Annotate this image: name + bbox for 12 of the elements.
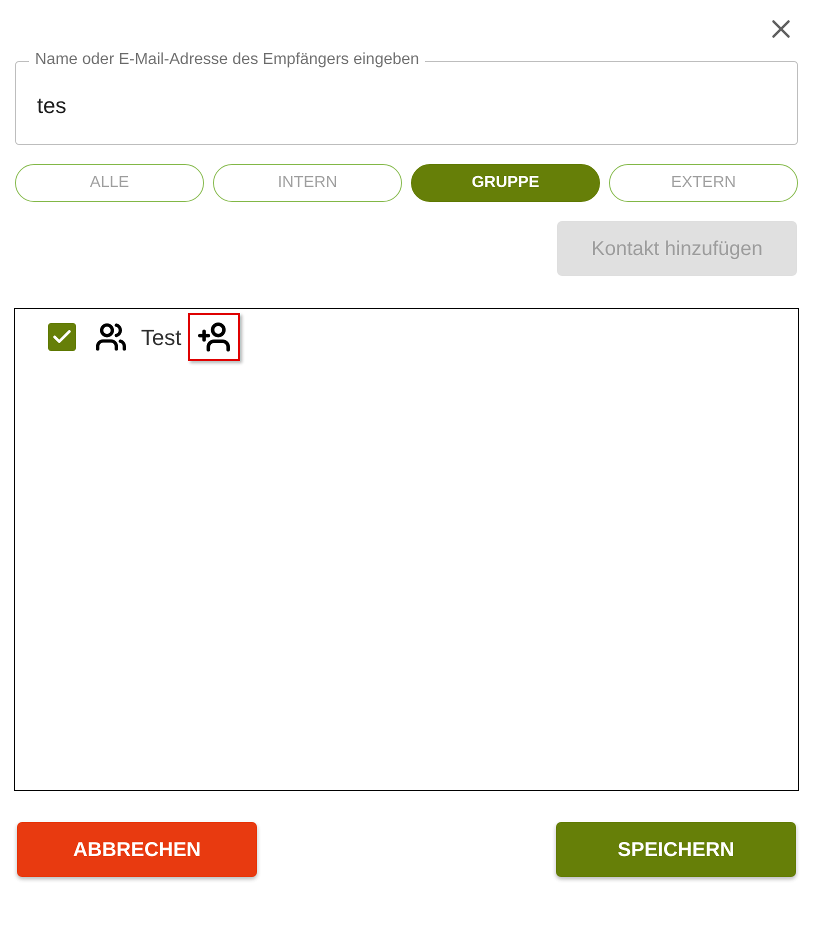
save-button[interactable]: SPEICHERN: [556, 822, 796, 877]
result-label: Test: [141, 324, 182, 352]
cancel-button[interactable]: ABBRECHEN: [17, 822, 257, 877]
add-person-icon: [197, 320, 232, 354]
add-person-button[interactable]: [188, 313, 240, 361]
filter-tab[interactable]: EXTERN: [609, 164, 798, 202]
checkbox[interactable]: [48, 323, 76, 351]
people-icon: [95, 321, 127, 353]
field-label: Name oder E-Mail-Adresse des Empfängers eingeben: [29, 51, 426, 69]
filter-tab[interactable]: GRUPPE: [411, 164, 600, 202]
filter-tab[interactable]: INTERN: [213, 164, 402, 202]
filter-tab[interactable]: ALLE: [15, 164, 204, 202]
